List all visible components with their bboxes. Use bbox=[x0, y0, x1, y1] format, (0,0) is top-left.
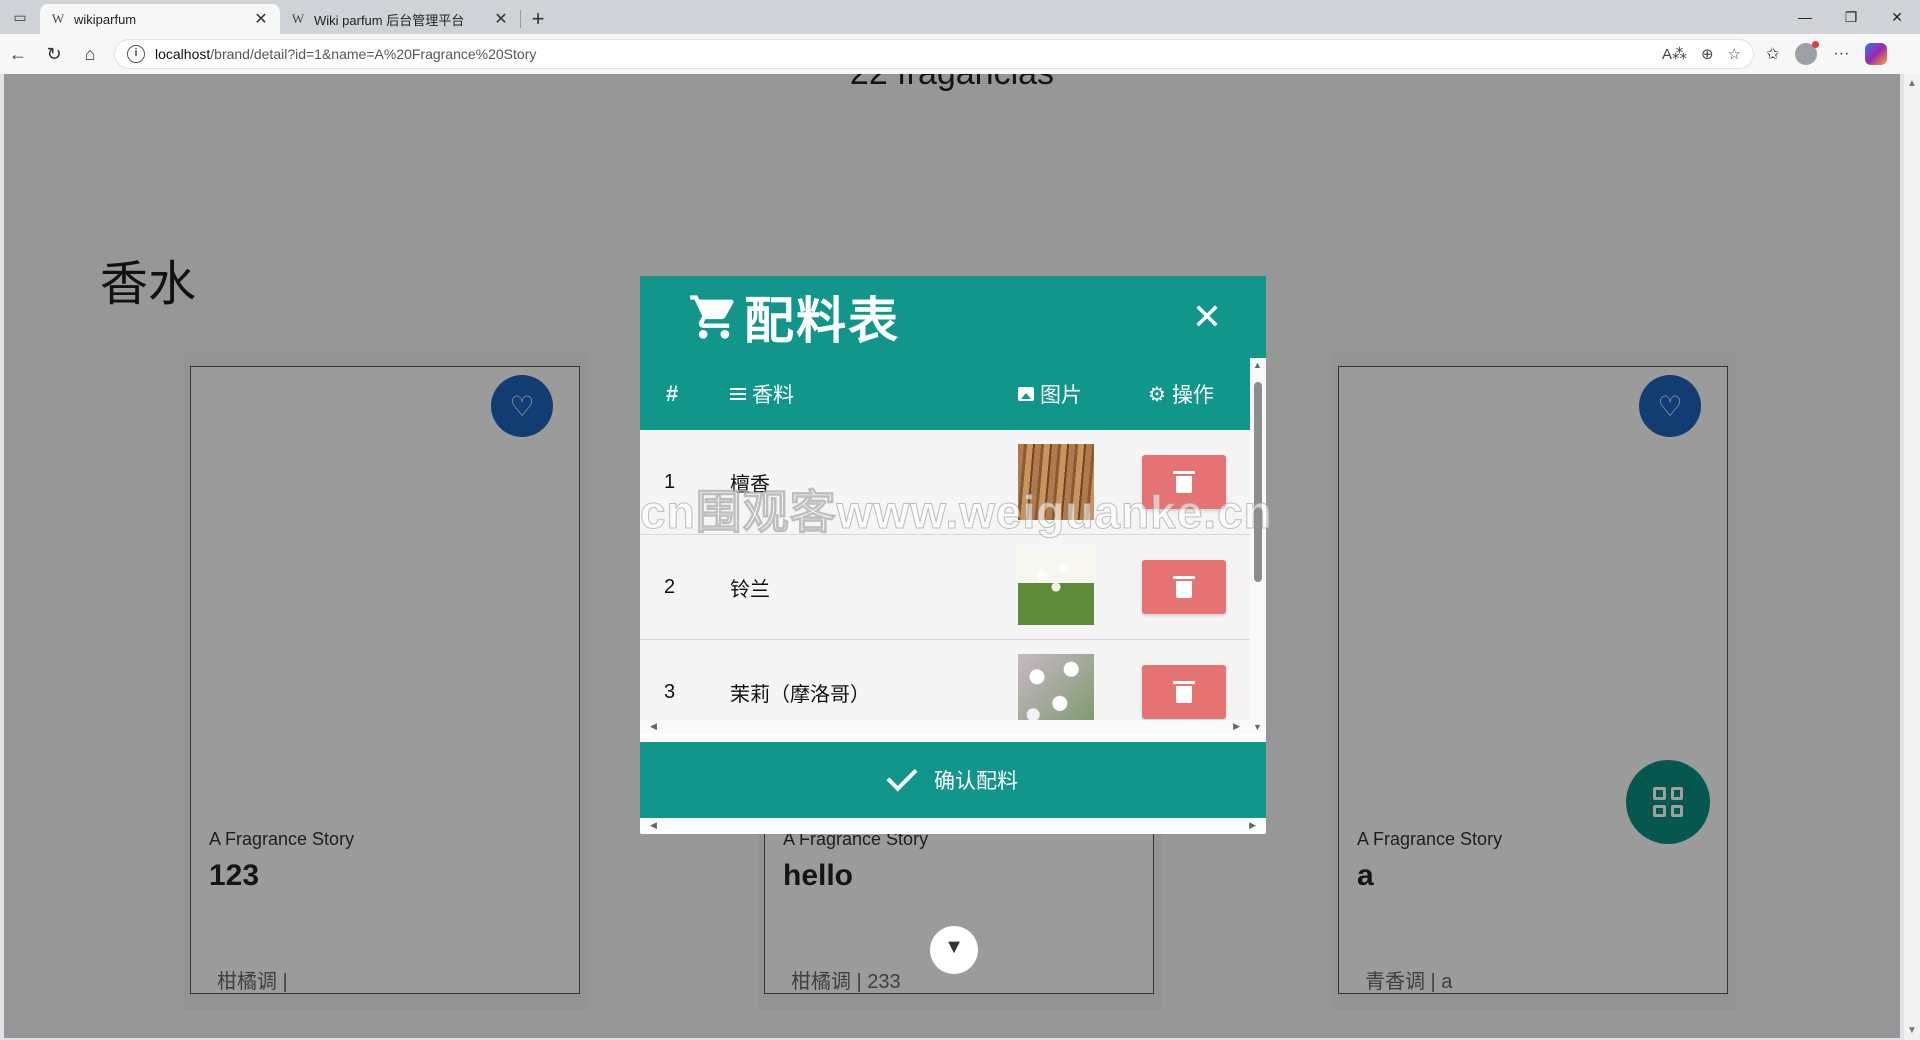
window-close-icon[interactable]: ✕ bbox=[1874, 0, 1920, 34]
column-header-action-label: 操作 bbox=[1171, 384, 1214, 407]
moroccan-jasmine-thumbnail bbox=[1018, 654, 1094, 730]
browser-tab-admin[interactable]: W Wiki parfum 后台管理平台 ✕ bbox=[280, 4, 520, 34]
chevron-down-icon: ▼ bbox=[944, 936, 964, 958]
profile-avatar-icon[interactable] bbox=[1795, 41, 1820, 65]
confirm-ingredients-button[interactable]: 确认配料 bbox=[640, 742, 1266, 818]
row-number: 3 bbox=[664, 680, 676, 703]
modal-horizontal-scrollbar[interactable]: ◀ ▶ bbox=[640, 820, 1266, 834]
column-header-image-label: 图片 bbox=[1040, 384, 1082, 407]
check-icon bbox=[886, 760, 918, 792]
row-image-cell bbox=[1018, 549, 1142, 625]
browser-address-bar: ← ↻ ⌂ i localhost/brand/detail?id=1&name… bbox=[0, 34, 1920, 74]
sidebar-toggle-icon[interactable]: ▭ bbox=[0, 0, 40, 34]
row-ingredient-name: 茉莉（摩洛哥） bbox=[730, 683, 870, 706]
minimize-icon[interactable]: — bbox=[1782, 0, 1828, 34]
modal-title: 配料表 bbox=[744, 293, 900, 349]
column-header-name-label: 香料 bbox=[752, 384, 794, 407]
browser-tab-wikiparfum[interactable]: W wikiparfum ✕ bbox=[40, 4, 280, 34]
url-bar-icons: A⁂ ⊕ ☆ bbox=[1662, 45, 1741, 63]
url-input[interactable]: i localhost/brand/detail?id=1&name=A%20F… bbox=[114, 39, 1754, 69]
row-ingredient-name: 铃兰 bbox=[730, 578, 770, 601]
more-menu-icon[interactable]: ··· bbox=[1833, 45, 1849, 63]
favorite-star-icon[interactable]: ☆ bbox=[1728, 45, 1741, 63]
tab-title: Wiki parfum 后台管理平台 bbox=[314, 12, 465, 28]
column-header-num: # bbox=[666, 381, 679, 406]
scroll-up-arrow-icon[interactable]: ▲ bbox=[1907, 78, 1917, 89]
wikipedia-favicon-icon: W bbox=[291, 11, 305, 26]
scroll-up-arrow-icon[interactable]: ▲ bbox=[1253, 360, 1262, 370]
table-horizontal-scrollbar[interactable]: ◀ ▶ bbox=[640, 720, 1250, 734]
shopping-cart-icon bbox=[690, 295, 734, 339]
column-header-name: 香料 bbox=[730, 379, 1018, 409]
wikipedia-favicon-icon: W bbox=[51, 11, 65, 26]
tab-close-icon[interactable]: ✕ bbox=[252, 9, 270, 29]
ingredients-table: # 香料 图片 ⚙ 操作 1 檀香 2 铃兰 3 茉莉（摩洛哥） ◀ ▶ ▲ ▼ bbox=[640, 358, 1266, 734]
copilot-icon[interactable] bbox=[1865, 43, 1888, 65]
scroll-right-arrow-icon[interactable]: ▶ bbox=[1249, 820, 1256, 834]
scroll-down-button[interactable]: ▼ bbox=[930, 926, 978, 974]
table-vertical-scrollbar[interactable]: ▲ ▼ bbox=[1250, 358, 1266, 734]
delete-button[interactable] bbox=[1142, 560, 1226, 614]
site-watermark: cn围观客www.weiguanke.cn bbox=[640, 486, 1273, 539]
column-header-action: ⚙ 操作 bbox=[1148, 379, 1250, 409]
url-host: localhost bbox=[155, 46, 211, 62]
row-image-cell bbox=[1018, 654, 1142, 730]
column-header-image: 图片 bbox=[1018, 379, 1148, 409]
trash-icon bbox=[1173, 681, 1195, 703]
url-path: /brand/detail?id=1&name=A%20Fragrance%20… bbox=[210, 46, 537, 62]
scroll-right-arrow-icon[interactable]: ▶ bbox=[1233, 721, 1240, 733]
toolbar-icons: ✩ ··· bbox=[1766, 41, 1888, 65]
page-scrollbar[interactable]: ▲ ▼ bbox=[1904, 74, 1920, 1040]
lily-of-the-valley-thumbnail bbox=[1018, 549, 1094, 625]
back-arrow-icon[interactable]: ← bbox=[0, 36, 36, 72]
image-icon bbox=[1018, 387, 1034, 401]
restore-icon[interactable]: ❐ bbox=[1828, 0, 1874, 34]
scroll-down-arrow-icon[interactable]: ▼ bbox=[1253, 722, 1262, 732]
modal-header: 配料表 ✕ bbox=[640, 276, 1266, 358]
close-icon[interactable]: ✕ bbox=[1192, 299, 1222, 335]
new-tab-button[interactable]: + bbox=[521, 4, 555, 34]
trash-icon bbox=[1173, 576, 1195, 598]
delete-button[interactable] bbox=[1142, 665, 1226, 719]
tab-title: wikiparfum bbox=[74, 11, 137, 27]
browser-tab-bar: ▭ W wikiparfum ✕ W Wiki parfum 后台管理平台 ✕ … bbox=[0, 0, 1920, 34]
zoom-icon[interactable]: ⊕ bbox=[1701, 45, 1714, 63]
scroll-left-arrow-icon[interactable]: ◀ bbox=[650, 721, 657, 733]
scroll-down-arrow-icon[interactable]: ▼ bbox=[1907, 1025, 1917, 1036]
row-action-cell bbox=[1142, 665, 1250, 719]
tab-close-icon[interactable]: ✕ bbox=[492, 9, 510, 29]
reload-icon[interactable]: ↻ bbox=[36, 36, 72, 72]
ingredients-modal: 配料表 ✕ # 香料 图片 ⚙ 操作 1 檀香 2 铃兰 3 茉莉（摩洛哥） ◀… bbox=[640, 276, 1266, 834]
window-controls: — ❐ ✕ bbox=[1782, 0, 1920, 34]
table-header: # 香料 图片 ⚙ 操作 bbox=[640, 358, 1250, 430]
table-row: 2 铃兰 bbox=[640, 535, 1250, 640]
scroll-left-arrow-icon[interactable]: ◀ bbox=[650, 820, 657, 834]
site-info-icon[interactable]: i bbox=[127, 45, 145, 63]
row-number: 2 bbox=[664, 575, 676, 598]
gear-icon: ⚙ bbox=[1148, 383, 1166, 406]
read-aloud-icon[interactable]: A⁂ bbox=[1662, 45, 1687, 63]
url-text: localhost/brand/detail?id=1&name=A%20Fra… bbox=[155, 46, 1662, 62]
favorites-icon[interactable]: ✩ bbox=[1766, 44, 1779, 64]
row-action-cell bbox=[1142, 560, 1250, 614]
home-icon[interactable]: ⌂ bbox=[72, 36, 108, 72]
list-icon bbox=[730, 388, 746, 400]
confirm-label: 确认配料 bbox=[934, 770, 1018, 793]
